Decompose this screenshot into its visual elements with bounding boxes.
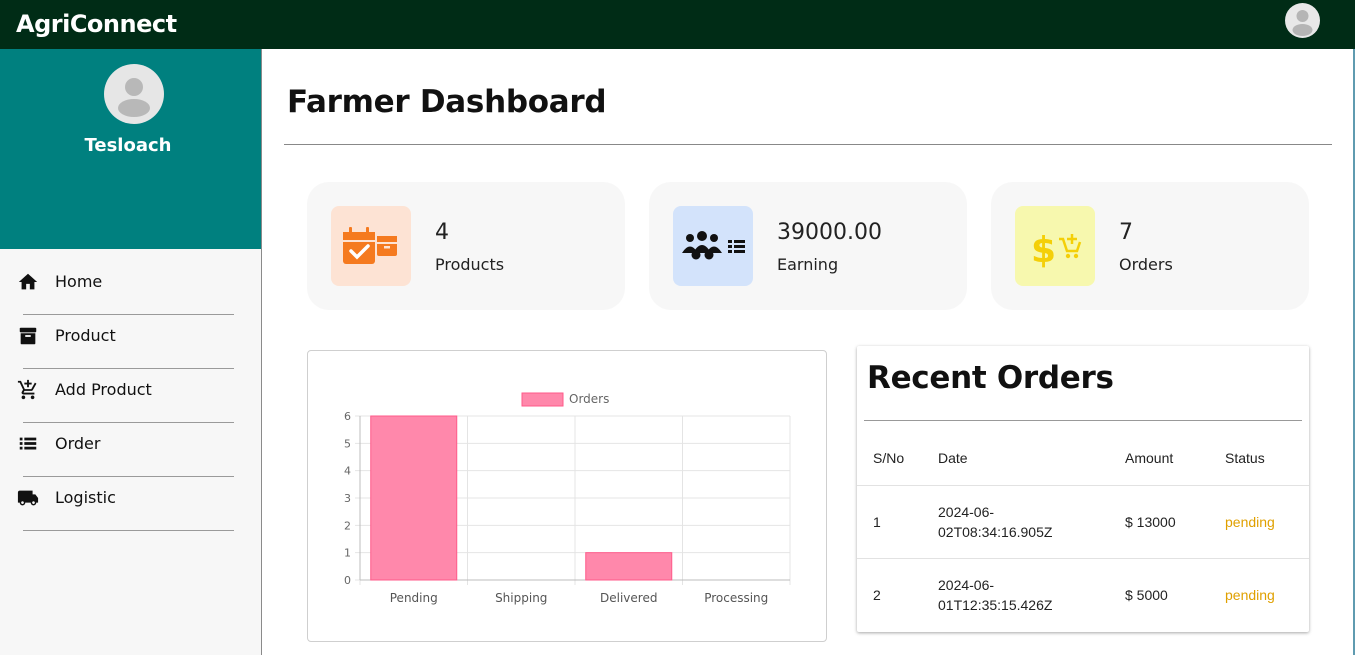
recent-orders-title: Recent Orders (867, 360, 1114, 396)
people-list-icon (673, 206, 753, 286)
cell-date-line1: 2024-06- (938, 504, 995, 520)
orders-chart-card: 0 1 2 3 4 5 6 Pending Shipping Delivered Processin… (307, 350, 827, 642)
page-title: Farmer Dashboard (287, 84, 607, 120)
profile-username: Tesloach (84, 135, 172, 156)
stat-card-products: 4 Products (307, 182, 625, 310)
stat-value: 39000.00 (777, 220, 882, 245)
y-tick-label: 1 (344, 547, 351, 560)
cell-status: pending (1225, 587, 1275, 603)
x-tick-label: Processing (704, 591, 768, 605)
stat-caption: Earning (777, 255, 839, 274)
legend-label: Orders (569, 392, 609, 406)
cell-amount: $ 5000 (1125, 587, 1168, 603)
x-tick-label: Shipping (495, 591, 547, 605)
sidebar-item-label: Add Product (55, 380, 152, 399)
sidebar-item-product[interactable]: Product (0, 303, 261, 369)
stat-value: 4 (435, 220, 449, 245)
cell-date-line2: 01T12:35:15.426Z (938, 597, 1053, 613)
sidebar-nav: Home Product Add Product Order Logistic (0, 249, 261, 531)
cell-sno: 2 (873, 587, 881, 603)
profile-avatar-icon (104, 64, 164, 124)
truck-icon (17, 490, 39, 506)
chart-bar (370, 415, 458, 581)
column-header-sno: S/No (873, 450, 905, 466)
profile-panel: Tesloach (0, 49, 261, 249)
stat-value: 7 (1119, 220, 1133, 245)
sidebar-item-label: Home (55, 272, 103, 291)
stat-card-earning: 39000.00 Earning (649, 182, 967, 310)
sidebar-item-home[interactable]: Home (0, 249, 261, 315)
y-tick-label: 6 (344, 410, 351, 423)
divider (857, 558, 1309, 559)
legend-swatch (521, 392, 564, 407)
list-icon (19, 437, 37, 450)
user-avatar-icon[interactable] (1285, 3, 1320, 38)
archive-icon (19, 327, 37, 345)
sidebar-item-label: Logistic (55, 488, 116, 507)
column-header-date: Date (938, 450, 968, 466)
sidebar-item-label: Product (55, 326, 116, 345)
column-header-amount: Amount (1125, 450, 1174, 466)
y-tick-label: 4 (344, 465, 351, 478)
cell-date-line2: 02T08:34:16.905Z (938, 524, 1053, 540)
y-tick-label: 2 (344, 519, 351, 532)
recent-orders-card: Recent Orders S/No Date Amount Status 1 … (857, 346, 1309, 632)
cell-status: pending (1225, 514, 1275, 530)
divider (864, 420, 1302, 421)
orders-bar-chart: 0 1 2 3 4 5 6 Pending Shipping Delivered Processin… (344, 392, 791, 605)
sidebar-item-order[interactable]: Order (0, 411, 261, 477)
sidebar: Tesloach Home Product Add Product Order … (0, 49, 262, 655)
divider (857, 485, 1309, 486)
home-icon (18, 273, 38, 290)
sidebar-item-add-product[interactable]: Add Product (0, 357, 261, 423)
svg-text:$: $ (1031, 230, 1056, 271)
cell-sno: 1 (873, 514, 881, 530)
sidebar-item-label: Order (55, 434, 101, 453)
y-tick-label: 5 (344, 437, 351, 450)
x-tick-label: Pending (390, 591, 438, 605)
cell-amount: $ 13000 (1125, 514, 1176, 530)
dollar-cart-icon: $ (1015, 206, 1095, 286)
chart-bar (585, 552, 673, 581)
top-navbar: AgriConnect (0, 0, 1355, 49)
add-cart-icon (17, 379, 37, 400)
sidebar-item-logistic[interactable]: Logistic (0, 465, 261, 531)
stat-caption: Products (435, 255, 505, 274)
divider (23, 530, 234, 531)
cell-date-line1: 2024-06- (938, 577, 995, 593)
stat-card-orders: $ 7 Orders (991, 182, 1309, 310)
column-header-status: Status (1225, 450, 1265, 466)
calendar-box-icon (331, 206, 411, 286)
title-divider (284, 144, 1332, 145)
stat-caption: Orders (1119, 255, 1173, 274)
y-tick-label: 3 (344, 492, 351, 505)
y-tick-label: 0 (344, 574, 351, 587)
x-tick-label: Delivered (600, 591, 657, 605)
brand-logo-text[interactable]: AgriConnect (16, 10, 177, 38)
